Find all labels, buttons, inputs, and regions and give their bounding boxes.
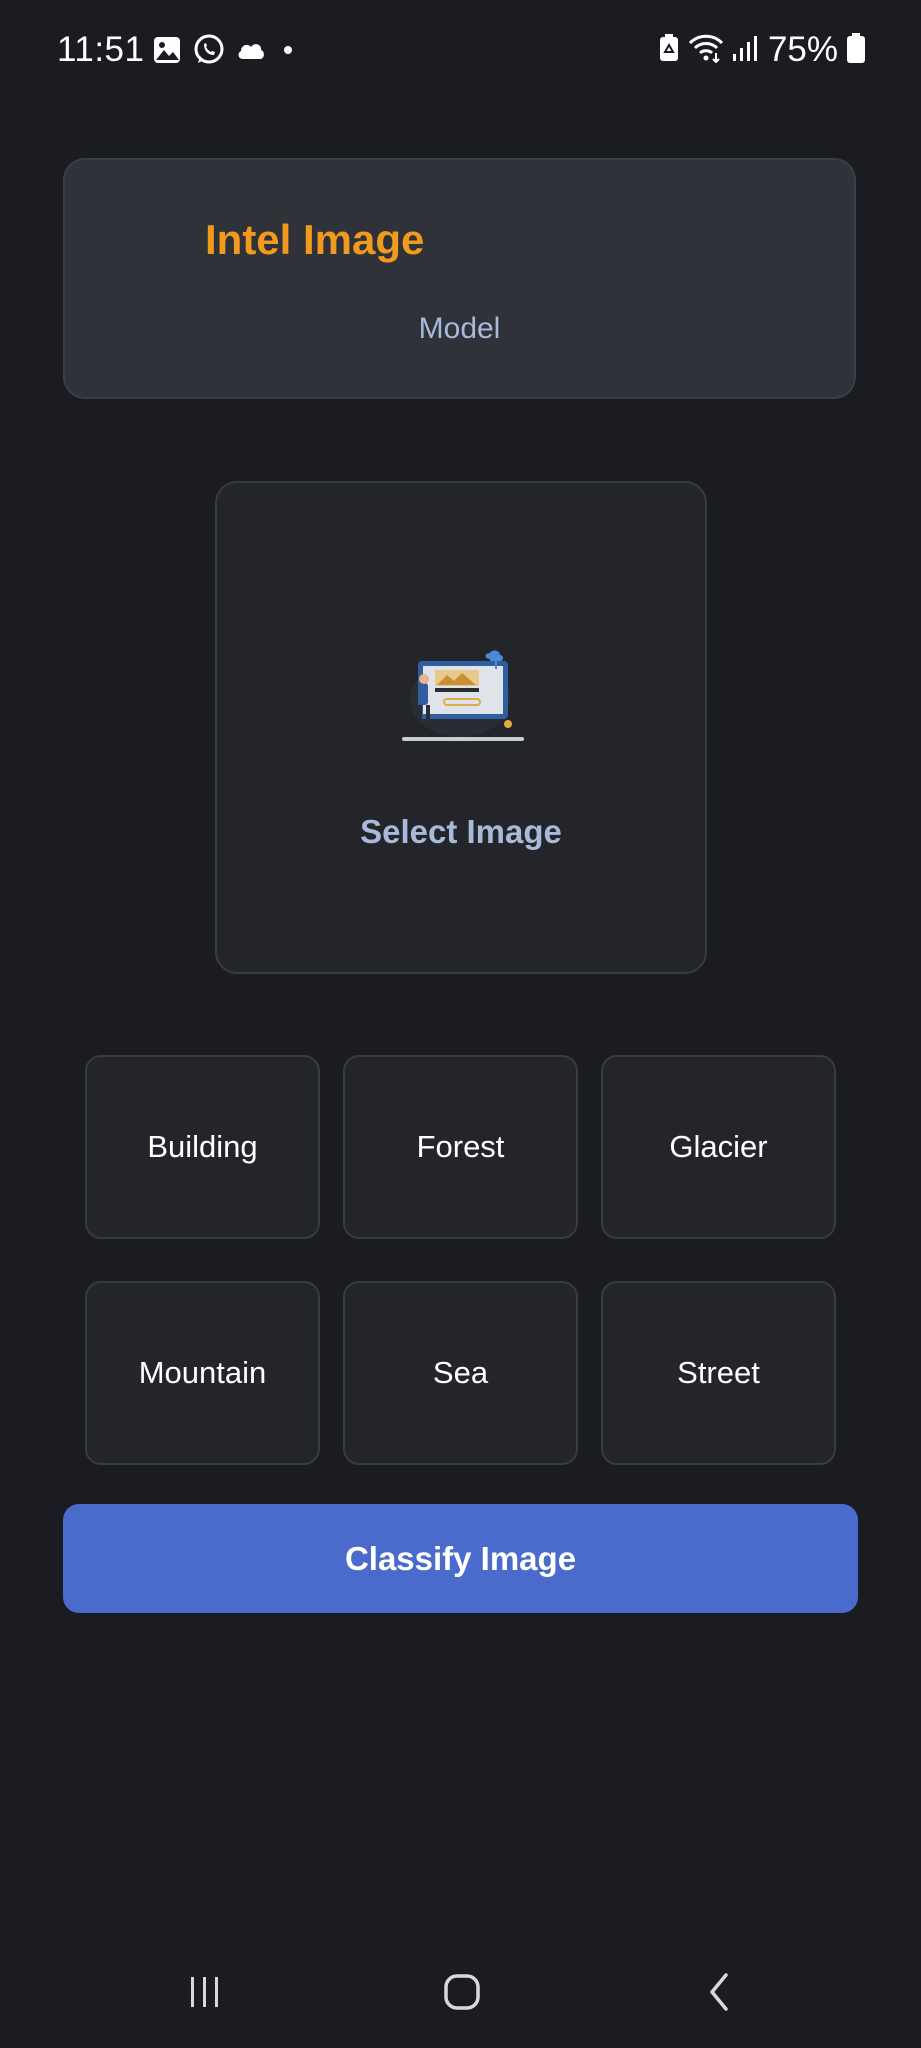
category-street[interactable]: Street: [601, 1281, 836, 1465]
category-sea[interactable]: Sea: [343, 1281, 578, 1465]
back-button[interactable]: [660, 1940, 780, 2048]
home-button[interactable]: [402, 1940, 522, 2048]
home-icon: [442, 1972, 482, 2017]
system-navigation-bar: [0, 1940, 921, 2048]
signal-icon: [732, 34, 760, 67]
battery-icon: [846, 32, 866, 69]
header-card: Intel Image Model: [63, 158, 856, 399]
app-title: Intel Image: [205, 216, 425, 263]
category-building[interactable]: Building: [85, 1055, 320, 1239]
cloud-icon: [236, 39, 266, 66]
whatsapp-icon: [192, 33, 226, 72]
app-subtitle: Model: [418, 312, 501, 345]
status-time: 11:51: [57, 30, 145, 69]
category-forest[interactable]: Forest: [343, 1055, 578, 1239]
gallery-icon: [152, 35, 182, 70]
select-image-label: Select Image: [360, 813, 562, 850]
image-upload-illustration-icon: [400, 649, 526, 745]
dot-icon: [276, 40, 300, 65]
category-mountain[interactable]: Mountain: [85, 1281, 320, 1465]
battery-saver-icon: [658, 33, 680, 68]
status-system-icons: 75%: [658, 30, 866, 70]
classify-image-button[interactable]: Classify Image: [63, 1504, 858, 1613]
recent-apps-button[interactable]: [145, 1940, 265, 2048]
status-bar: 11:51 75%: [0, 0, 921, 100]
back-icon: [700, 1972, 740, 2017]
category-glacier[interactable]: Glacier: [601, 1055, 836, 1239]
battery-percentage: 75%: [767, 30, 838, 69]
wifi-icon: [688, 33, 724, 68]
status-notification-icons: [152, 33, 300, 72]
recent-apps-icon: [185, 1972, 225, 2017]
select-image-button[interactable]: Select Image: [215, 481, 707, 974]
